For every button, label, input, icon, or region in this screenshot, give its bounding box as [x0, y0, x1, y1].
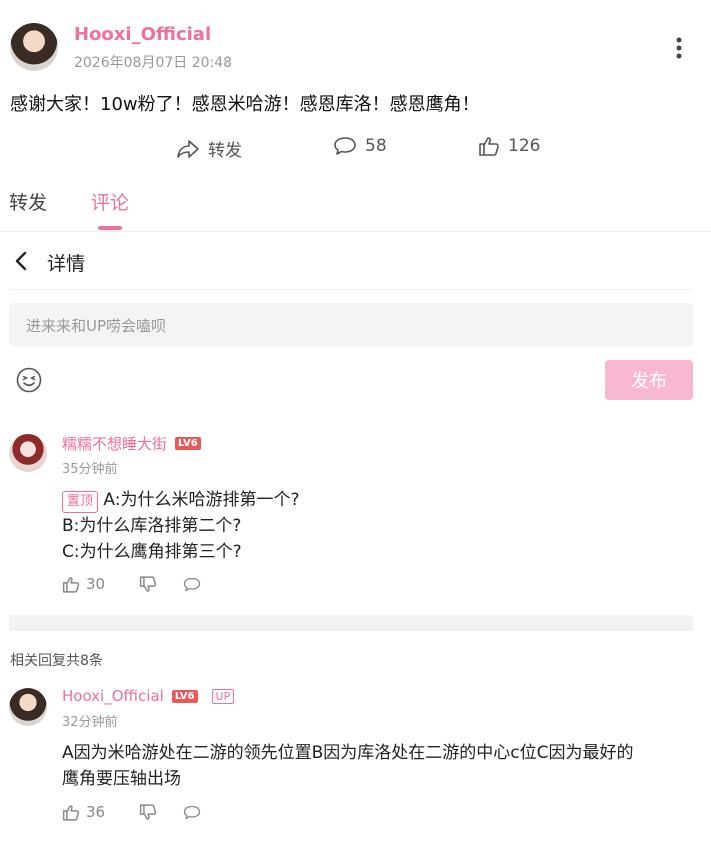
reply-actions: 36	[62, 803, 201, 821]
reply-like-count: 36	[86, 803, 106, 821]
author-name[interactable]: Hooxi_Official	[74, 24, 211, 45]
comment-line-3: C:为什么鹰角排第三个?	[62, 542, 242, 562]
like-button[interactable]: 126	[478, 136, 540, 156]
publish-button[interactable]: 发布	[605, 360, 693, 400]
comment-like-count: 30	[86, 575, 106, 593]
tab-comments[interactable]: 评论	[91, 188, 129, 215]
thumbs-up-icon	[62, 804, 80, 821]
reply-level-badge: LV6	[171, 689, 198, 703]
reply-time: 32分钟前	[62, 715, 118, 730]
section-separator	[9, 615, 693, 631]
reply-avatar[interactable]	[9, 688, 47, 726]
reply-body: A因为米哈游处在二游的领先位置B因为库洛处在二游的中心c位C因为最好的 鹰角要压…	[62, 740, 702, 792]
thumbs-down-icon[interactable]	[139, 575, 157, 593]
tab-forward[interactable]: 转发	[9, 188, 47, 215]
pinned-badge: 置顶	[62, 491, 99, 513]
thumbs-down-icon[interactable]	[139, 803, 157, 821]
reply-header: Hooxi_Official LV6 UP	[62, 687, 235, 705]
detail-title: 详情	[47, 253, 86, 275]
tabs-divider	[0, 231, 711, 232]
back-icon[interactable]	[14, 251, 28, 271]
level-badge: LV6	[175, 437, 201, 450]
post-text: 感谢大家！10w粉了！感恩米哈游！感恩库洛！感恩鹰角！	[10, 94, 480, 115]
tab-active-indicator	[98, 226, 122, 230]
commenter-avatar[interactable]	[9, 434, 47, 472]
replies-count: 相关回复共8条	[10, 653, 103, 669]
reply-bubble-icon[interactable]	[183, 804, 201, 821]
reply-line-1: A因为米哈游处在二游的领先位置B因为库洛处在二游的中心c位C因为最好的	[62, 743, 634, 763]
comment-input-placeholder: 进来来和UP唠会嗑呗	[26, 317, 167, 335]
commenter-header: 糯糯不想睡大街 LV6	[62, 433, 201, 454]
publish-label: 发布	[631, 371, 667, 392]
forward-button[interactable]: 转发	[176, 136, 242, 161]
share-arrow-icon	[176, 139, 200, 159]
comment-line-2: B:为什么库洛排第二个?	[62, 516, 242, 536]
reply-line-2: 鹰角要压轴出场	[62, 769, 181, 789]
comment-count: 58	[365, 136, 387, 156]
commenter-name[interactable]: 糯糯不想睡大街	[62, 433, 167, 454]
comment-like-button[interactable]: 30	[62, 575, 105, 593]
comment-line-1: 置顶 A:为什么米哈游排第一个?	[62, 487, 300, 513]
forward-label: 转发	[208, 141, 242, 161]
up-badge: UP	[211, 688, 235, 704]
emoji-icon[interactable]	[16, 367, 42, 393]
reply-bubble-icon[interactable]	[183, 576, 201, 593]
author-avatar[interactable]	[10, 23, 58, 71]
reply-like-button[interactable]: 36	[62, 803, 105, 821]
comment-time: 35分钟前	[62, 462, 118, 477]
reply-user-name[interactable]: Hooxi_Official	[62, 687, 164, 705]
like-count: 126	[508, 136, 541, 156]
more-options-icon[interactable]	[674, 36, 684, 60]
comment-button[interactable]: 58	[333, 136, 387, 156]
comment-bubble-icon	[333, 136, 357, 156]
thumbs-up-icon	[62, 576, 80, 593]
thumbs-up-icon	[478, 136, 500, 156]
post-time: 2026年08月07日 20:48	[74, 55, 233, 71]
comment-actions: 30	[62, 575, 201, 593]
comment-body: 置顶 A:为什么米哈游排第一个? B:为什么库洛排第二个? C:为什么鹰角排第三…	[62, 487, 300, 565]
detail-divider	[10, 289, 693, 290]
comment-input[interactable]: 进来来和UP唠会嗑呗	[9, 303, 693, 346]
